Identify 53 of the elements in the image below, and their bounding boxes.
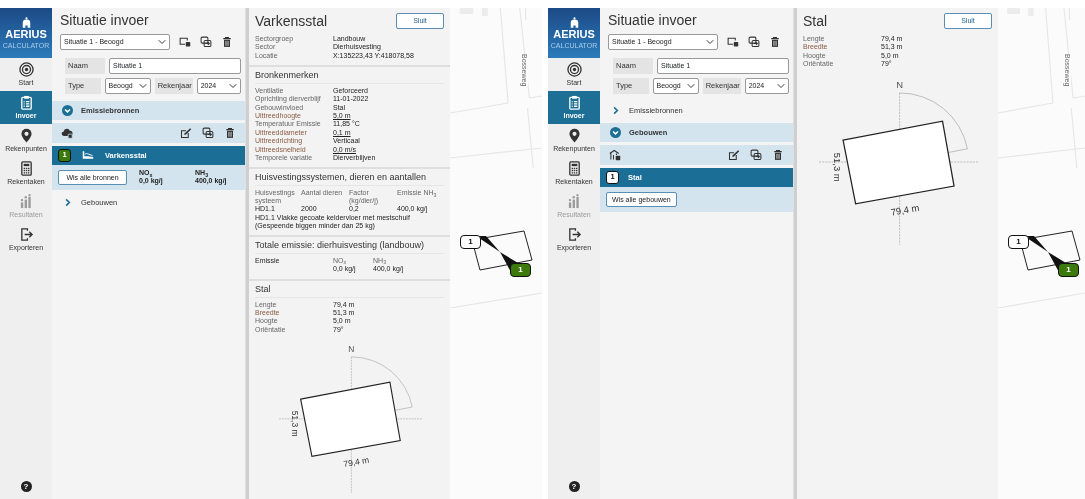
clipboard-icon bbox=[566, 95, 582, 110]
new-window-icon[interactable] bbox=[179, 35, 191, 48]
chevron-down-icon bbox=[610, 126, 621, 138]
length-label: 79,4 m bbox=[889, 202, 921, 219]
logo-title: AERIUS bbox=[553, 29, 595, 41]
edit-icon[interactable] bbox=[180, 126, 192, 139]
section-heading: Huisvestingssystemen, dieren en aantallen bbox=[255, 172, 444, 187]
section-heading: Bronkenmerken bbox=[255, 70, 444, 84]
north-label: N bbox=[348, 344, 355, 355]
detail-title: Varkensstal bbox=[255, 13, 328, 30]
logo-icon bbox=[21, 17, 31, 29]
copy-icon[interactable] bbox=[748, 35, 760, 48]
trash-icon[interactable] bbox=[769, 35, 781, 48]
copy-icon[interactable] bbox=[200, 35, 212, 48]
map-pin-icon bbox=[18, 128, 34, 143]
trash-icon[interactable] bbox=[772, 148, 784, 161]
calculator-icon bbox=[566, 161, 582, 176]
target-icon bbox=[18, 62, 34, 77]
help-icon[interactable]: ? bbox=[20, 481, 32, 492]
map-marker: 1 bbox=[460, 235, 481, 249]
map-pin-icon bbox=[566, 128, 582, 143]
edit-icon[interactable] bbox=[728, 148, 740, 161]
export-icon bbox=[18, 227, 34, 242]
bar-chart-icon bbox=[18, 194, 34, 209]
help-icon[interactable]: ? bbox=[568, 481, 580, 492]
stall-icon bbox=[80, 149, 96, 162]
panel-title: Situatie invoer bbox=[59, 11, 150, 30]
copy-icon[interactable] bbox=[202, 126, 214, 139]
export-icon bbox=[566, 227, 582, 242]
logo-title: AERIUS bbox=[5, 29, 47, 41]
trash-icon[interactable] bbox=[224, 126, 236, 139]
building-add-icon[interactable] bbox=[609, 148, 621, 161]
target-icon bbox=[566, 62, 582, 77]
detail-title: Stal bbox=[803, 13, 828, 30]
section-heading: Totale emissie: dierhuisvesting (landbouw) bbox=[255, 240, 444, 255]
clipboard-icon bbox=[18, 95, 34, 110]
map-marker: 1 bbox=[510, 263, 531, 277]
map-marker: 1 bbox=[1058, 263, 1079, 277]
length-label: 79,4 m bbox=[342, 455, 370, 470]
width-label: 51,3 m bbox=[831, 153, 843, 183]
width-label: 51,3 m bbox=[290, 410, 301, 437]
trash-icon[interactable] bbox=[221, 35, 233, 48]
cloud-add-icon[interactable] bbox=[61, 126, 73, 139]
chevron-down-icon bbox=[62, 104, 73, 116]
logo-icon bbox=[569, 17, 579, 29]
panel-title: Situatie invoer bbox=[607, 11, 698, 30]
calculator-icon bbox=[18, 161, 34, 176]
new-window-icon[interactable] bbox=[727, 35, 739, 48]
bar-chart-icon bbox=[566, 194, 582, 209]
north-label: N bbox=[896, 79, 903, 91]
map-marker: 1 bbox=[1008, 235, 1029, 249]
section-heading: Stal bbox=[255, 283, 444, 298]
copy-icon[interactable] bbox=[750, 148, 762, 161]
